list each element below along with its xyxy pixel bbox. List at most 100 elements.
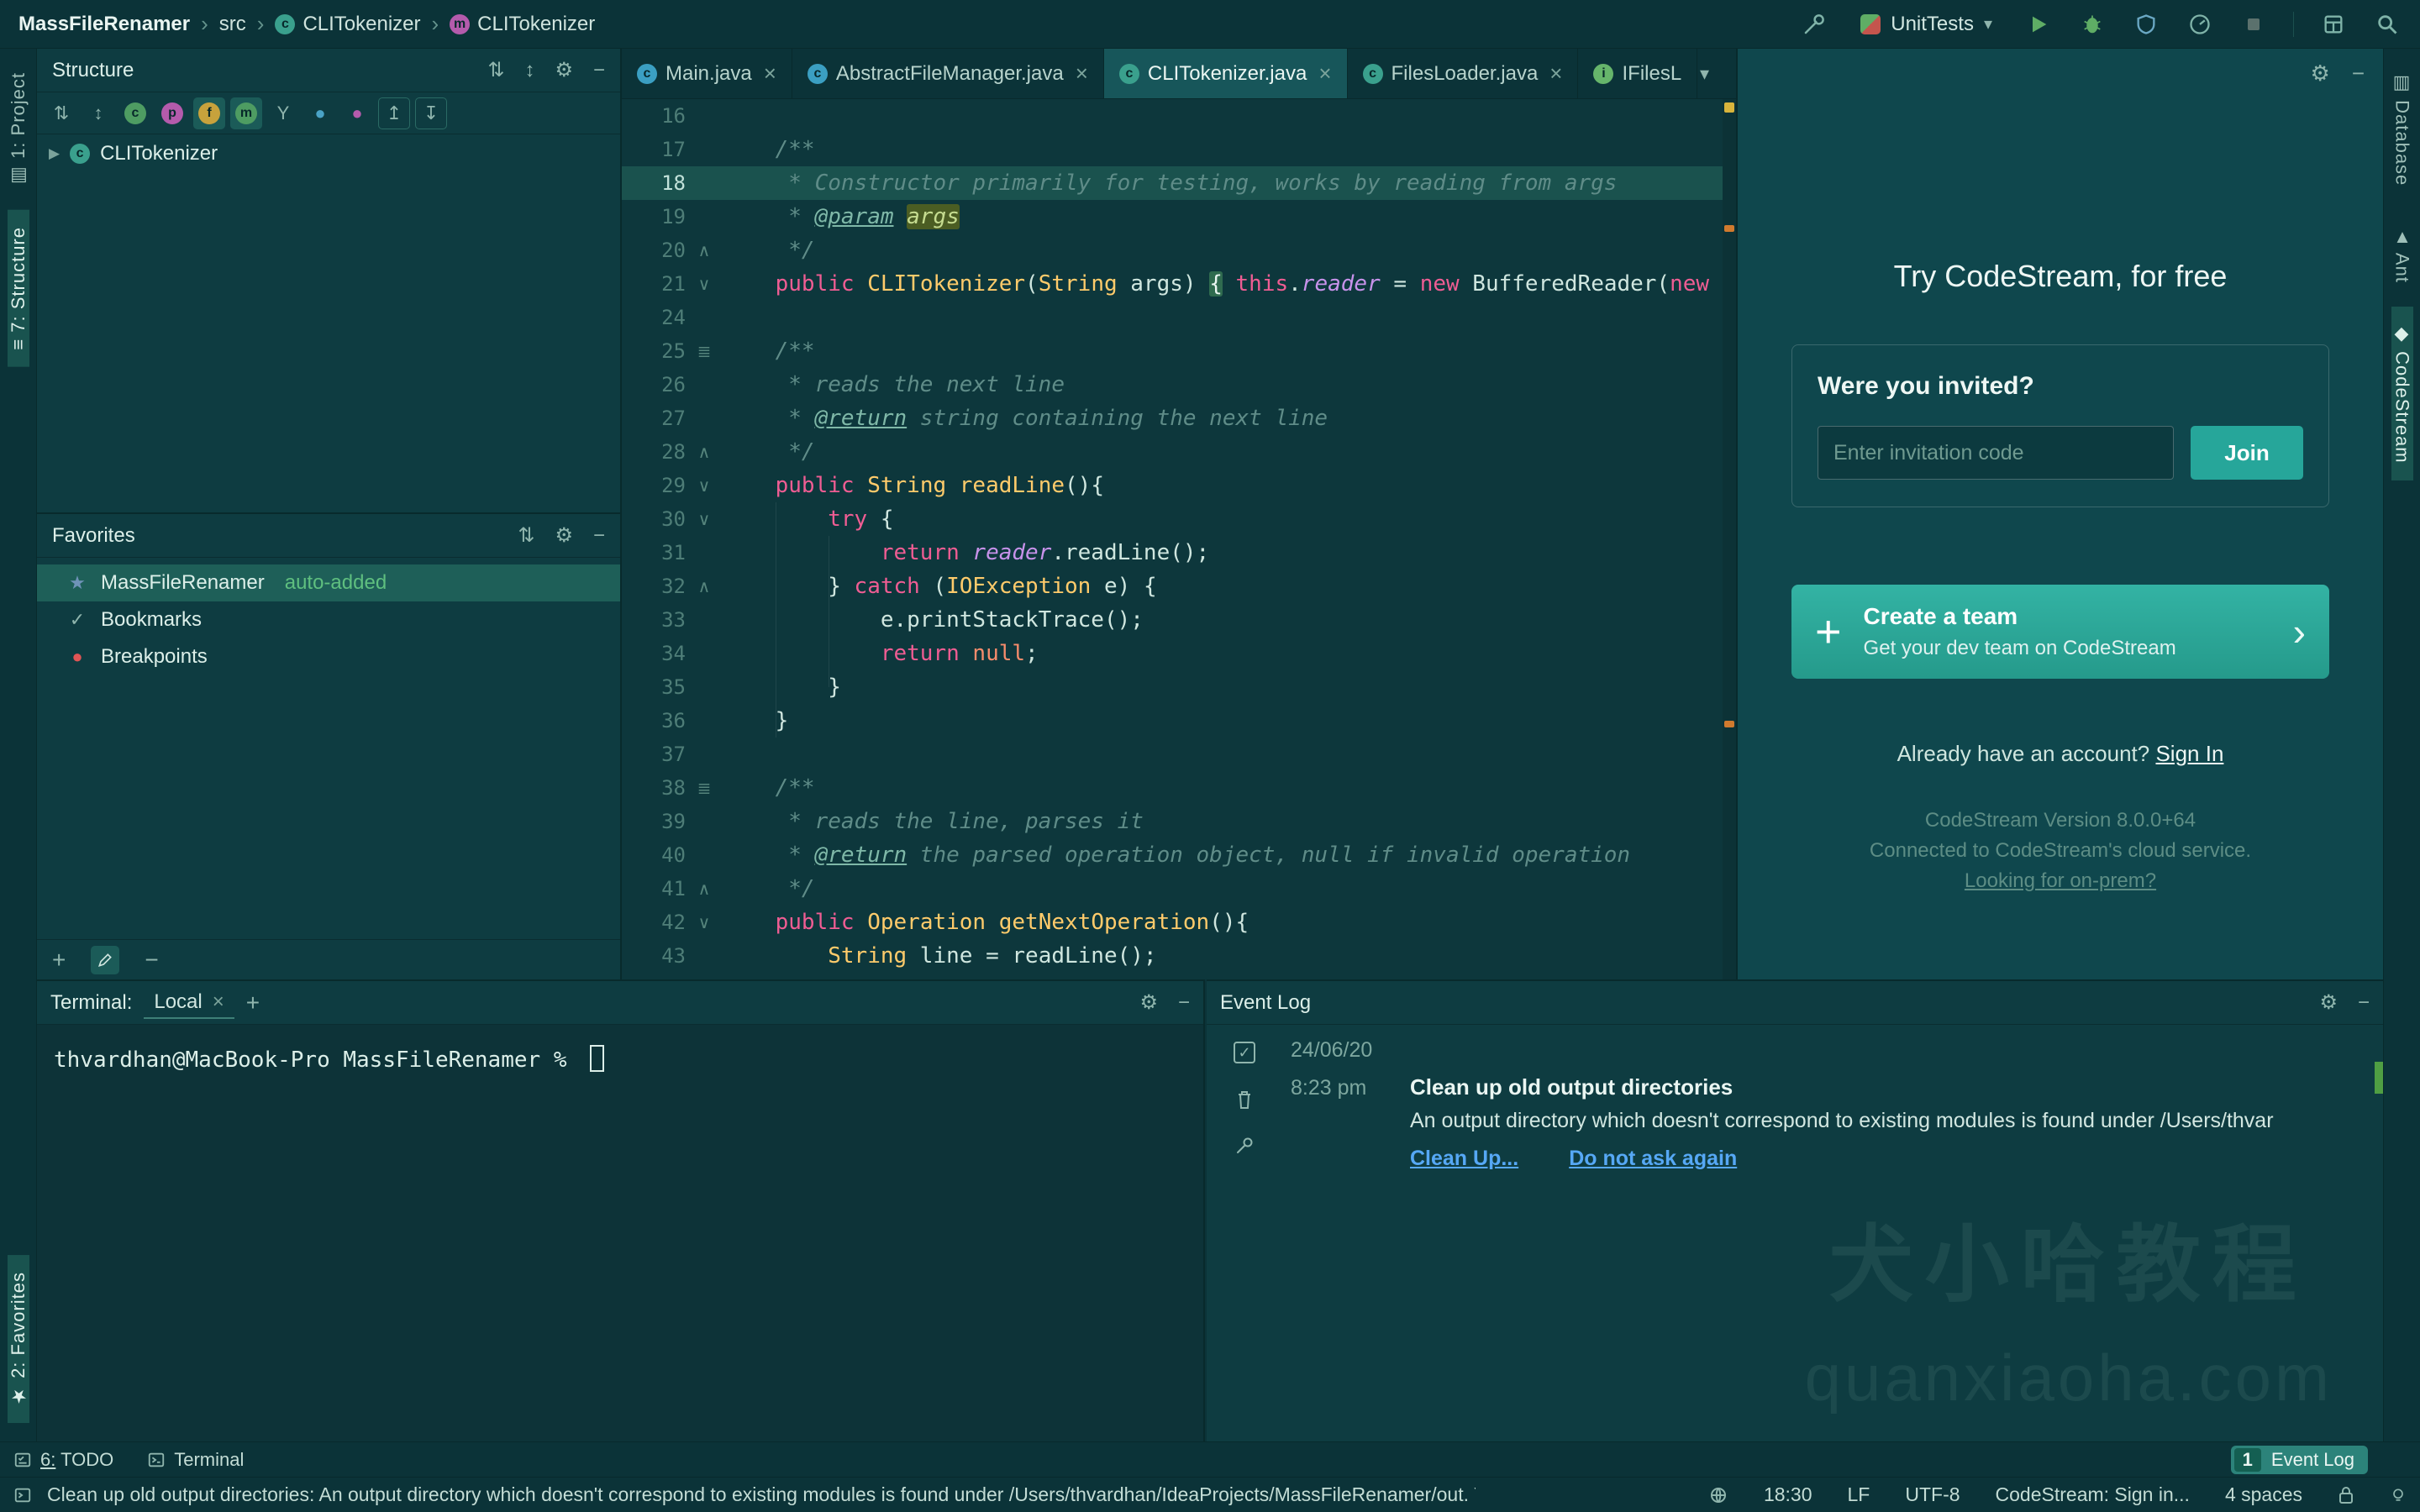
profiler-button[interactable]: [2186, 10, 2214, 39]
visibility-public-icon[interactable]: ●: [304, 97, 336, 129]
code-line[interactable]: 26 * reads the next line: [622, 368, 1723, 402]
code-line[interactable]: 16: [622, 99, 1723, 133]
tool-window-button-2-favorites[interactable]: ★ 2: Favorites: [7, 1254, 29, 1423]
editor-tab[interactable]: c Main.java ×: [622, 49, 792, 98]
hide-panel-icon[interactable]: −: [593, 524, 605, 548]
show-classes-icon[interactable]: c: [119, 97, 151, 129]
code-line[interactable]: 19 * @param args: [622, 200, 1723, 234]
close-tab-icon[interactable]: ×: [1076, 60, 1088, 87]
editor-tab[interactable]: i IFilesL: [1578, 49, 1698, 98]
todo-tool-window-button[interactable]: 6: TODO: [13, 1449, 113, 1471]
indent-size[interactable]: 4 spaces: [2225, 1483, 2302, 1506]
code-line[interactable]: 32 ∧ } catch (IOException e) {: [622, 570, 1723, 603]
run-button[interactable]: [2024, 10, 2053, 39]
line-separator[interactable]: LF: [1848, 1483, 1870, 1506]
fold-marker-icon[interactable]: ∧: [686, 879, 723, 900]
code-line[interactable]: 17 /**: [622, 133, 1723, 166]
fold-marker-icon[interactable]: ≣: [686, 341, 723, 362]
event-log-link[interactable]: Do not ask again: [1569, 1147, 1737, 1171]
code-line[interactable]: 27 * @return string containing the next …: [622, 402, 1723, 435]
code-line[interactable]: 35 }: [622, 670, 1723, 704]
code-line[interactable]: 37: [622, 738, 1723, 771]
code-line[interactable]: 28 ∧ */: [622, 435, 1723, 469]
signin-link[interactable]: Sign In: [2155, 741, 2223, 766]
tool-window-button-7-structure[interactable]: ≡ 7: Structure: [7, 210, 29, 367]
code-line[interactable]: 42 ∨ public Operation getNextOperation(){: [622, 906, 1723, 939]
background-tasks-icon[interactable]: [1708, 1485, 1728, 1505]
sort-by-visibility-icon[interactable]: ↕: [82, 97, 114, 129]
tool-window-button-1-project[interactable]: ▤ 1: Project: [8, 55, 29, 203]
remove-icon[interactable]: −: [145, 947, 158, 974]
editor-scrollbar[interactable]: [1723, 99, 1736, 979]
show-fields-icon[interactable]: f: [193, 97, 225, 129]
code-line[interactable]: 29 ∨ public String readLine(){: [622, 469, 1723, 502]
breadcrumb-item[interactable]: c CLITokenizer: [275, 13, 421, 36]
code-line[interactable]: 25 ≣ /**: [622, 334, 1723, 368]
close-tab-icon[interactable]: ×: [1318, 60, 1331, 87]
editor-tab[interactable]: c FilesLoader.java ×: [1348, 49, 1579, 98]
hide-panel-icon[interactable]: −: [2352, 60, 2365, 87]
warning-stripe-mark[interactable]: [1724, 225, 1734, 232]
terminal-tab-local[interactable]: Local ×: [144, 987, 234, 1019]
code-line[interactable]: 24: [622, 301, 1723, 334]
favorites-item[interactable]: ● Breakpoints: [37, 638, 620, 675]
inspection-status-icon[interactable]: [1724, 102, 1734, 113]
tool-window-button-database[interactable]: ▥ Database: [2391, 55, 2413, 202]
code-line[interactable]: 36 }: [622, 704, 1723, 738]
add-icon[interactable]: +: [52, 947, 66, 974]
breadcrumb-item[interactable]: m CLITokenizer: [450, 13, 595, 36]
sort-icon[interactable]: ⇅: [487, 58, 504, 82]
hide-panel-icon[interactable]: −: [1178, 991, 1190, 1015]
debug-button[interactable]: [2078, 10, 2107, 39]
code-line[interactable]: 34 return null;: [622, 637, 1723, 670]
sort-alphabetically-icon[interactable]: ⇅: [45, 97, 77, 129]
gear-icon[interactable]: ⚙: [555, 58, 573, 82]
code-line[interactable]: 38 ≣ /**: [622, 771, 1723, 805]
new-terminal-session-button[interactable]: +: [246, 990, 260, 1016]
caret-position[interactable]: 18:30: [1764, 1483, 1812, 1506]
code-line[interactable]: 40 * @return the parsed operation object…: [622, 838, 1723, 872]
show-properties-icon[interactable]: p: [156, 97, 188, 129]
editor-tab[interactable]: c AbstractFileManager.java ×: [792, 49, 1104, 98]
code-line[interactable]: 33 e.printStackTrace();: [622, 603, 1723, 637]
editor-tab[interactable]: c CLITokenizer.java ×: [1103, 49, 1348, 98]
hide-panel-icon[interactable]: −: [2358, 991, 2370, 1015]
breadcrumb-item[interactable]: src: [219, 13, 246, 36]
code-line[interactable]: 43 String line = readLine();: [622, 939, 1723, 973]
warning-stripe-mark[interactable]: [1724, 721, 1734, 727]
fold-marker-icon[interactable]: ∧: [686, 576, 723, 597]
edit-icon[interactable]: [91, 945, 120, 974]
visibility-private-icon[interactable]: ●: [341, 97, 373, 129]
status-message[interactable]: Clean up old output directories: An outp…: [47, 1483, 1476, 1506]
run-configuration-select[interactable]: UnitTests ▾: [1854, 11, 1999, 38]
code-editor[interactable]: 16 17 /** 18 * Constructor primarily for t…: [622, 99, 1723, 979]
tool-window-button-ant[interactable]: ▲ Ant: [2391, 209, 2413, 300]
search-everywhere-icon[interactable]: [2373, 10, 2402, 39]
terminal-tool-window-button[interactable]: Terminal: [147, 1449, 244, 1471]
code-line[interactable]: 20 ∧ */: [622, 234, 1723, 267]
tool-window-button-codestream[interactable]: ◆ CodeStream: [2391, 307, 2413, 480]
expand-all-icon[interactable]: ↥: [378, 97, 410, 129]
gear-icon[interactable]: ⚙: [2311, 60, 2330, 87]
close-tab-icon[interactable]: ×: [213, 990, 224, 1014]
mark-all-read-icon[interactable]: ✓: [1234, 1042, 1255, 1063]
lock-icon[interactable]: [2338, 1485, 2354, 1505]
trash-icon[interactable]: [1234, 1089, 1255, 1110]
terminal-output[interactable]: thvardhan@MacBook-Pro MassFileRenamer %: [37, 1025, 1203, 1441]
code-line[interactable]: 39 * reads the line, parses it: [622, 805, 1723, 838]
fold-marker-icon[interactable]: ≣: [686, 778, 723, 799]
code-line[interactable]: 41 ∧ */: [622, 872, 1723, 906]
structure-tree-item[interactable]: ▶ c CLITokenizer: [37, 134, 620, 173]
invitation-code-input[interactable]: [1818, 426, 2174, 480]
onprem-link[interactable]: Looking for on-prem?: [1870, 866, 2251, 896]
build-tools-icon[interactable]: [1800, 10, 1828, 39]
filter-icon[interactable]: ↕: [524, 59, 534, 82]
code-line[interactable]: 30 ∨ try {: [622, 502, 1723, 536]
expand-chevron-icon[interactable]: ▶: [49, 145, 60, 162]
show-methods-icon[interactable]: m: [230, 97, 262, 129]
gear-icon[interactable]: ⚙: [1139, 990, 1158, 1015]
fold-marker-icon[interactable]: ∨: [686, 912, 723, 933]
collapse-all-icon[interactable]: ↧: [415, 97, 447, 129]
gear-icon[interactable]: ⚙: [555, 523, 573, 548]
code-line[interactable]: 31 return reader.readLine();: [622, 536, 1723, 570]
